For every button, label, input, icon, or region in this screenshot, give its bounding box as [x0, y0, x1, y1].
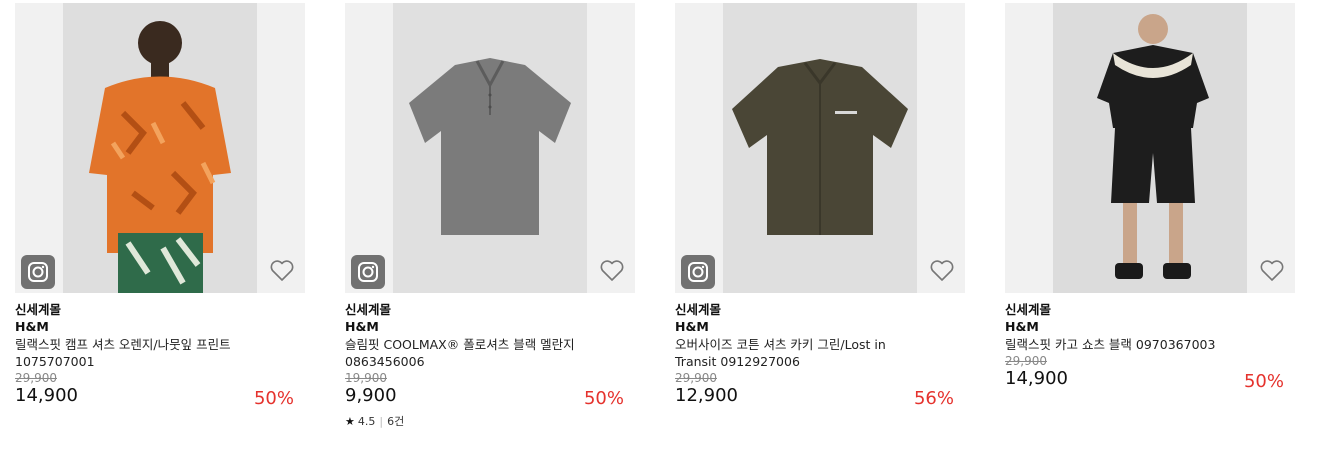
price-block: 29,900 14,900 50%: [1005, 354, 1295, 394]
wishlist-button[interactable]: [599, 259, 625, 283]
product-name[interactable]: 슬림핏 COOLMAX® 폴로셔츠 블랙 멜란지 0863456006: [345, 336, 630, 370]
heart-outline-icon: [600, 260, 624, 281]
product-image-area[interactable]: [675, 3, 965, 293]
original-price: 19,900: [345, 371, 387, 385]
product-image-area[interactable]: [1005, 3, 1295, 293]
wishlist-button[interactable]: [1259, 259, 1285, 283]
product-image-area[interactable]: [15, 3, 305, 293]
product-image-area[interactable]: [345, 3, 635, 293]
product-card[interactable]: 신세계몰 H&M 오버사이즈 코튼 셔츠 카키 그린/Lost in Trans…: [675, 3, 965, 411]
camera-icon: [358, 262, 378, 282]
camera-icon: [688, 262, 708, 282]
camera-button[interactable]: [21, 255, 55, 289]
rating-score: 4.5: [357, 415, 376, 428]
review-count: 6건: [387, 415, 405, 428]
price-block: 29,900 12,900 56%: [675, 371, 965, 411]
product-card[interactable]: 신세계몰 H&M 슬림핏 COOLMAX® 폴로셔츠 블랙 멜란지 086345…: [345, 3, 635, 429]
original-price: 29,900: [1005, 354, 1047, 368]
heart-outline-icon: [270, 260, 294, 281]
heart-outline-icon: [1260, 260, 1284, 281]
product-photo[interactable]: [63, 3, 257, 293]
original-price: 29,900: [675, 371, 717, 385]
discount-rate: 50%: [1243, 371, 1284, 392]
discount-rate: 50%: [583, 388, 624, 409]
product-photo[interactable]: [1053, 3, 1247, 293]
star-icon: ★: [345, 415, 355, 428]
camera-button[interactable]: [351, 255, 385, 289]
product-photo[interactable]: [723, 3, 917, 293]
product-name[interactable]: 릴랙스핏 카고 쇼츠 블랙 0970367003: [1005, 336, 1290, 353]
product-name[interactable]: 오버사이즈 코튼 셔츠 카키 그린/Lost in Transit 091292…: [675, 336, 890, 370]
product-card[interactable]: 신세계몰 H&M 릴랙스핏 카고 쇼츠 블랙 0970367003 29,900…: [1005, 3, 1295, 394]
brand-name[interactable]: H&M: [675, 318, 965, 335]
rating-divider: |: [379, 415, 384, 428]
store-name: 신세계몰: [15, 302, 62, 317]
heart-outline-icon: [930, 260, 954, 281]
discount-rate: 50%: [253, 388, 294, 409]
store-name: 신세계몰: [1005, 302, 1052, 317]
product-photo[interactable]: [393, 3, 587, 293]
store-name: 신세계몰: [675, 302, 722, 317]
price-block: 29,900 14,900 50%: [15, 371, 305, 411]
store-name: 신세계몰: [345, 302, 392, 317]
price-block: 19,900 9,900 50%: [345, 371, 635, 411]
camera-button[interactable]: [681, 255, 715, 289]
discount-rate: 56%: [913, 388, 954, 409]
wishlist-button[interactable]: [269, 259, 295, 283]
rating-row[interactable]: ★ 4.5 | 6건: [345, 415, 635, 429]
brand-name[interactable]: H&M: [345, 318, 635, 335]
camera-icon: [28, 262, 48, 282]
brand-name[interactable]: H&M: [1005, 318, 1295, 335]
product-card[interactable]: 신세계몰 H&M 릴랙스핏 캠프 셔츠 오렌지/나뭇잎 프린트 10757070…: [15, 3, 305, 411]
brand-name[interactable]: H&M: [15, 318, 305, 335]
product-name[interactable]: 릴랙스핏 캠프 셔츠 오렌지/나뭇잎 프린트 1075707001: [15, 336, 300, 370]
original-price: 29,900: [15, 371, 57, 385]
wishlist-button[interactable]: [929, 259, 955, 283]
